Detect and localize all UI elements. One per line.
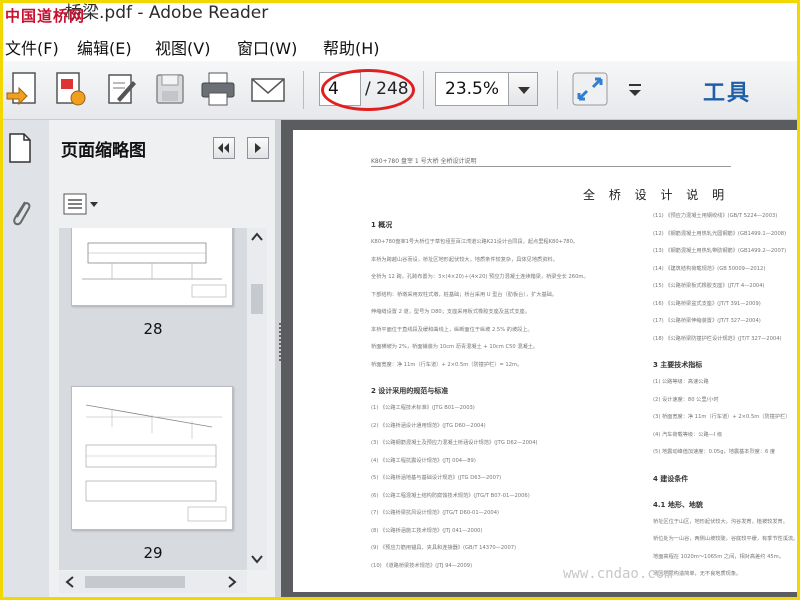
- navigation-icon-strip: [3, 120, 50, 597]
- section-heading: 2 设计采用的规范与标准: [371, 387, 449, 395]
- body-text-line: (8) 《公路桥涵施工技术规范》(JTJ 041—2000): [371, 527, 483, 534]
- menu-view[interactable]: 视图(V): [155, 35, 210, 59]
- thumbnail-page-number: 29: [143, 544, 163, 562]
- body-text-line: 桥面宽度：净 11m（行车道）+ 2×0.5m（防撞护栏）= 12m。: [371, 361, 523, 368]
- body-text-line: (10) 《道路桥梁技术规范》(JTJ 94—2009): [371, 562, 473, 569]
- section-heading: 1 概况: [371, 221, 393, 229]
- body-text-line: (15) 《公路桥梁板式橡胶支座》(JT/T 4—2004): [653, 283, 765, 289]
- vertical-scroll-thumb[interactable]: [251, 284, 263, 314]
- section-heading: 4.1 地形、地貌: [653, 500, 703, 509]
- body-text-line: (1) 《公路工程技术标准》(JTG B01—2003): [371, 405, 475, 411]
- sign-document-icon[interactable]: [103, 69, 141, 109]
- site-watermark: 中国道桥网: [5, 7, 86, 25]
- toolbar-separator: [423, 71, 424, 109]
- body-text-line: (4) 《公路工程抗震设计规范》(JTJ 004—89): [371, 457, 476, 464]
- body-text-line: (3) 《公路钢筋混凝土及预应力混凝土桥涵设计规范》(JTG D62—2004): [371, 440, 538, 446]
- body-text-line: 桥址区位于山区，地形起伏较大，沟谷发育，植被较发育。: [653, 518, 788, 525]
- toolbar: 4 / 248 23.5% 工具: [3, 61, 797, 120]
- chevron-right-icon: [255, 143, 261, 153]
- thumbnails-panel: 页面缩略图 28 29: [49, 120, 276, 597]
- tools-pane-button[interactable]: 工具: [703, 75, 751, 107]
- body-text-line: (7) 《公路桥梁抗风设计规范》(JTG/T D60-01—2004): [371, 510, 500, 516]
- zoom-input[interactable]: 23.5%: [435, 72, 509, 106]
- scroll-up-icon[interactable]: [251, 232, 263, 242]
- document-title: 全 桥 设 计 说 明: [583, 188, 730, 202]
- section-heading: 4 建设条件: [653, 474, 689, 483]
- menu-help[interactable]: 帮助(H): [323, 35, 380, 59]
- menu-window[interactable]: 窗口(W): [237, 35, 297, 59]
- body-text-line: (1) 公路等级：高速公路: [653, 379, 709, 385]
- open-file-icon[interactable]: [5, 69, 43, 109]
- body-text-line: (2) 《公路桥涵设计通用规范》(JTG D60—2004): [371, 422, 486, 429]
- window-title: 桥梁.pdf - Adobe Reader: [65, 3, 269, 23]
- menu-file[interactable]: 文件(F): [5, 35, 59, 59]
- body-text-line: (5) 《公路桥涵地基与基础设计规范》(JTG D63—2007): [371, 475, 502, 481]
- collapse-panel-button[interactable]: [213, 137, 235, 159]
- thumbnail-options-button[interactable]: [63, 192, 99, 216]
- save-icon[interactable]: [151, 69, 189, 109]
- thumbnail-drawing: [82, 242, 227, 298]
- thumbnail-page-number: 28: [143, 320, 163, 338]
- app-window: 桥梁.pdf - Adobe Reader 中国道桥网 文件(F) 编辑(E) …: [0, 0, 800, 600]
- scroll-right-icon[interactable]: [227, 576, 237, 588]
- body-text-line: (11) 《预应力混凝土用钢绞线》(GB/T 5224—2003): [653, 213, 778, 219]
- body-text-line: 本桥为跨越山谷而设，桥址区地形起伏较大，地质条件较复杂，具体见地质资料。: [371, 256, 558, 263]
- body-text-line: 桥面横坡为 2%，桥面铺装为 10cm 沥青混凝土 + 10cm C50 混凝土…: [371, 344, 539, 350]
- thumbnail-drawing: [85, 404, 227, 522]
- next-panel-button[interactable]: [247, 137, 269, 159]
- page-thumbnail[interactable]: [71, 228, 233, 306]
- horizontal-scroll-thumb[interactable]: [85, 576, 185, 588]
- email-icon[interactable]: [249, 69, 287, 109]
- body-text-line: (12) 《钢筋混凝土用热轧光圆钢筋》(GB1499.1—2008): [653, 230, 787, 237]
- body-text-line: (13) 《钢筋混凝土用热轧带肋钢筋》(GB1499.2—2007): [653, 248, 787, 254]
- panel-title: 页面缩略图: [61, 141, 146, 161]
- toolbar-separator: [303, 71, 304, 109]
- page-thumbnail[interactable]: [71, 386, 233, 530]
- page-thumbnails-icon[interactable]: [7, 132, 33, 164]
- body-text-line: (18) 《公路桥梁防撞护栏设计规范》(JT/T 327—2004): [653, 335, 782, 342]
- scroll-left-icon[interactable]: [65, 576, 75, 588]
- scroll-down-icon[interactable]: [251, 554, 263, 564]
- body-text-line: (17) 《公路桥梁伸缩装置》(JT/T 327—2004): [653, 318, 761, 324]
- zoom-dropdown-button[interactable]: [508, 72, 538, 106]
- body-text-line: 全桥为 12 跨，孔跨布置为：3×(4×20)＋(4×20) 预应力混凝土连续箱…: [371, 274, 589, 280]
- body-text-line: K80+780盘宰1号大桥位于草包垭至百江湾道公路K21设计合同段，起点里程K8…: [371, 239, 579, 245]
- section-heading: 3 主要技术指标: [653, 361, 703, 369]
- site-url-watermark: www.cndao.com: [563, 566, 673, 582]
- body-text-line: (16) 《公路桥梁盆式支座》(JT/T 391—2009): [653, 300, 761, 307]
- highlight-ellipse: [321, 69, 415, 111]
- body-text-line: 桥位处为一山谷，两侧山坡较陡，谷底较平缓，有季节性溪流。: [653, 536, 799, 542]
- create-pdf-icon[interactable]: [51, 69, 89, 109]
- body-text-line: (4) 汽车荷载等级：公路—I 级: [653, 431, 723, 438]
- customize-toolbar-icon[interactable]: [617, 69, 655, 109]
- menu-edit[interactable]: 编辑(E): [77, 35, 132, 59]
- body-text-line: (5) 地震动峰值加速度：0.05g，地震基本烈度：6 度: [653, 449, 776, 455]
- body-text-line: 本桥平面位于直线段及缓和曲线上，纵断面位于纵坡 2.5% 的坡段上。: [371, 326, 533, 333]
- menu-bar: 文件(F) 编辑(E) 视图(V) 窗口(W) 帮助(H): [3, 31, 797, 59]
- body-text-line: 伸缩缝设置 2 道，型号为 D80；支座采用板式橡胶支座及盆式支座。: [371, 309, 530, 315]
- body-text-line: 下部结构：桥墩采用双柱式墩，桩基础；桥台采用 U 型台（肋板台），扩大基础。: [371, 291, 558, 298]
- body-text-line: (6) 《公路工程混凝土结构防腐蚀技术规范》(JTG/T B07-01—2006…: [371, 492, 530, 499]
- body-text-line: (3) 桥面宽度：净 11m（行车道）+ 2×0.5m（防撞护栏）: [653, 414, 791, 420]
- document-view[interactable]: K80+780 盘宰 1 号大桥 全桥设计说明 全 桥 设 计 说 明 1 概况…: [281, 120, 799, 597]
- double-chevron-left-icon: [218, 143, 229, 153]
- toolbar-separator: [557, 71, 558, 109]
- body-text-line: (14) 《建筑结构荷载规范》(GB 50009—2012): [653, 265, 766, 272]
- body-text-line: 地面高程在 1020m～1065m 之间，相对高差约 45m。: [653, 553, 784, 560]
- attachments-paperclip-icon[interactable]: [9, 196, 33, 230]
- full-screen-icon[interactable]: [571, 69, 609, 109]
- thumbnail-horizontal-scrollbar[interactable]: [59, 571, 247, 593]
- print-icon[interactable]: [199, 69, 237, 109]
- pdf-page: K80+780 盘宰 1 号大桥 全桥设计说明 全 桥 设 计 说 明 1 概况…: [293, 130, 799, 592]
- page-header: K80+780 盘宰 1 号大桥 全桥设计说明: [371, 158, 477, 165]
- thumbnail-vertical-scrollbar[interactable]: [247, 228, 267, 570]
- body-text-line: (2) 设计速度：80 公里/小时: [653, 396, 719, 403]
- header-rule: [371, 166, 731, 167]
- title-bar: 桥梁.pdf - Adobe Reader 中国道桥网: [3, 3, 797, 29]
- body-text-line: (9) 《预应力筋用锚具、夹具和连接器》(GB/T 14370—2007): [371, 545, 517, 551]
- thumbnail-list[interactable]: 28 29: [59, 228, 247, 570]
